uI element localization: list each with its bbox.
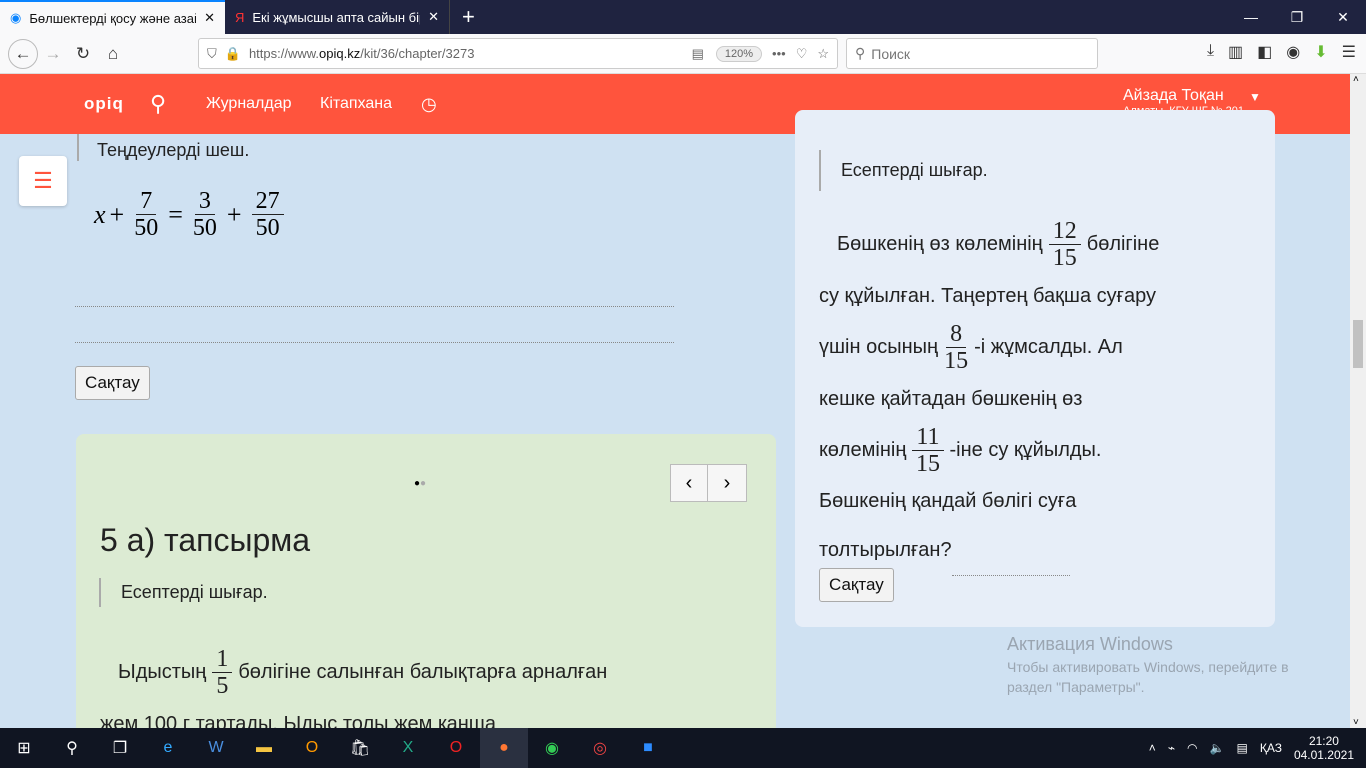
search-icon[interactable]: ⚲ <box>150 91 166 117</box>
library-icon[interactable]: ▥ <box>1228 42 1243 62</box>
task5b-card: Есептерді шығар. Бөшкенің өз көлемінің 12… <box>795 110 1275 627</box>
browser-logo-icon: ◉ <box>10 10 22 25</box>
carousel-dots[interactable]: ●● <box>414 478 426 489</box>
back-button[interactable]: ← <box>8 38 38 69</box>
menu-icon[interactable]: ☰ <box>1342 42 1356 62</box>
list-icon: ☰ <box>33 168 53 193</box>
save-button[interactable]: Сақтау <box>819 568 894 602</box>
reload-button[interactable]: ↻ <box>68 44 98 64</box>
search-icon[interactable]: ⚲ <box>48 738 96 758</box>
url-bar[interactable]: ⛉ 🔒 https://www. opiq.kz/kit/36/chapter/32… <box>198 38 838 69</box>
nav-library[interactable]: Кітапхана <box>320 95 392 113</box>
chevron-up-icon[interactable]: ˄ <box>1149 741 1156 755</box>
explorer-icon[interactable]: ▬ <box>240 739 288 757</box>
extension-icon[interactable]: ⬇ <box>1314 42 1327 62</box>
wifi-icon[interactable]: ◠ <box>1187 741 1197 755</box>
zoom-level[interactable]: 120% <box>715 45 763 62</box>
nav-journals[interactable]: Журналдар <box>206 95 292 113</box>
volume-icon[interactable]: 🔈 <box>1210 741 1225 755</box>
history-clock-icon[interactable]: ◷ <box>421 94 437 115</box>
task5a-instruction: Есептерді шығар. <box>99 578 268 607</box>
scroll-thumb[interactable] <box>1353 320 1363 368</box>
sidebar-icon[interactable]: ◧ <box>1257 42 1272 62</box>
start-icon[interactable]: ⊞ <box>0 738 48 758</box>
windows-activation-watermark: Активация Windows Чтобы активировать Win… <box>1007 634 1289 695</box>
firefox-icon[interactable]: ● <box>480 728 528 768</box>
chevron-down-icon[interactable]: ▼ <box>1249 90 1261 104</box>
download-icon[interactable]: ⤓ <box>1207 42 1214 62</box>
equation: x + 7 50 = 3 50 + 27 50 <box>94 188 290 242</box>
store-icon[interactable]: 🛍 <box>336 738 384 758</box>
word-icon[interactable]: W <box>192 739 240 757</box>
opera-icon[interactable]: O <box>432 739 480 757</box>
minimize-button[interactable]: — <box>1228 0 1274 34</box>
search-input[interactable]: ⚲ Поиск <box>846 38 1098 69</box>
whatsapp-icon[interactable]: ◉ <box>528 738 576 758</box>
tab-active[interactable]: ◉ Бөлшектерді қосу және азайту ✕ <box>0 0 225 34</box>
next-button[interactable]: › <box>708 465 746 501</box>
close-icon[interactable]: ✕ <box>204 10 215 26</box>
notification-icon[interactable]: ▤ <box>1236 741 1247 755</box>
answer-line[interactable] <box>75 342 674 343</box>
search-icon: ⚲ <box>855 45 866 61</box>
logo[interactable]: opiq <box>84 94 124 114</box>
outlook-icon[interactable]: O <box>288 739 336 757</box>
power-icon[interactable]: ⌁ <box>1168 741 1175 755</box>
zoom-icon[interactable]: ■ <box>624 739 672 757</box>
scrollbar[interactable]: ˄ ˅ <box>1350 74 1366 728</box>
prev-button[interactable]: ‹ <box>671 465 708 501</box>
chrome-icon[interactable]: ◎ <box>576 738 624 758</box>
star-icon[interactable]: ☆ <box>817 46 829 62</box>
close-window-button[interactable]: ✕ <box>1320 0 1366 34</box>
task-view-icon[interactable]: ❐ <box>96 738 144 758</box>
restore-button[interactable]: ❐ <box>1274 0 1320 34</box>
account-icon[interactable]: ◉ <box>1286 42 1300 62</box>
pocket-icon[interactable]: ♡ <box>796 46 808 62</box>
toc-button[interactable]: ☰ <box>19 156 67 206</box>
save-button[interactable]: Сақтау <box>75 366 150 400</box>
yandex-icon: Я <box>235 9 245 25</box>
taskbar: ⊞ ⚲ ❐ e W ▬ O 🛍 X O ● ◉ ◎ ■ ˄ ⌁ ◠ 🔈 ▤ ҚАЗ 21… <box>0 728 1366 768</box>
task4-instruction: Теңдеулерді шеш. <box>77 134 249 161</box>
home-button[interactable]: ⌂ <box>98 44 128 64</box>
nav-bar: ← → ↻ ⌂ ⛉ 🔒 https://www. opiq.kz/kit/36/ch… <box>0 34 1366 74</box>
clock[interactable]: 21:20 04.01.2021 <box>1294 734 1354 762</box>
close-icon[interactable]: ✕ <box>428 9 439 25</box>
tab-inactive[interactable]: ЯЕкі жұмысшы апта сайын бірдей✕ <box>225 0 450 34</box>
edge-icon[interactable]: e <box>144 739 192 757</box>
more-icon[interactable]: ••• <box>772 46 786 61</box>
scroll-down-icon[interactable]: ˅ <box>1353 717 1359 728</box>
excel-icon[interactable]: X <box>384 739 432 757</box>
answer-line[interactable] <box>75 306 674 307</box>
answer-input[interactable] <box>951 526 1070 577</box>
new-tab-button[interactable]: + <box>450 0 487 34</box>
reader-icon[interactable]: ▤ <box>692 46 704 62</box>
language-indicator[interactable]: ҚАЗ <box>1260 741 1282 755</box>
tab-bar: ◉ Бөлшектерді қосу және азайту ✕ Я Екі жұмы… <box>0 0 1366 34</box>
task5a-card: ●● ‹ › 5 а) тапсырма Есептерді шығар. Ыд… <box>76 434 776 754</box>
scroll-up-icon[interactable]: ˄ <box>1353 74 1359 85</box>
lock-icon: 🔒 <box>224 45 241 61</box>
shield-icon: ⛉ <box>207 45 217 61</box>
forward-button[interactable]: → <box>38 44 68 64</box>
task-title: 5 а) тапсырма <box>100 522 311 558</box>
